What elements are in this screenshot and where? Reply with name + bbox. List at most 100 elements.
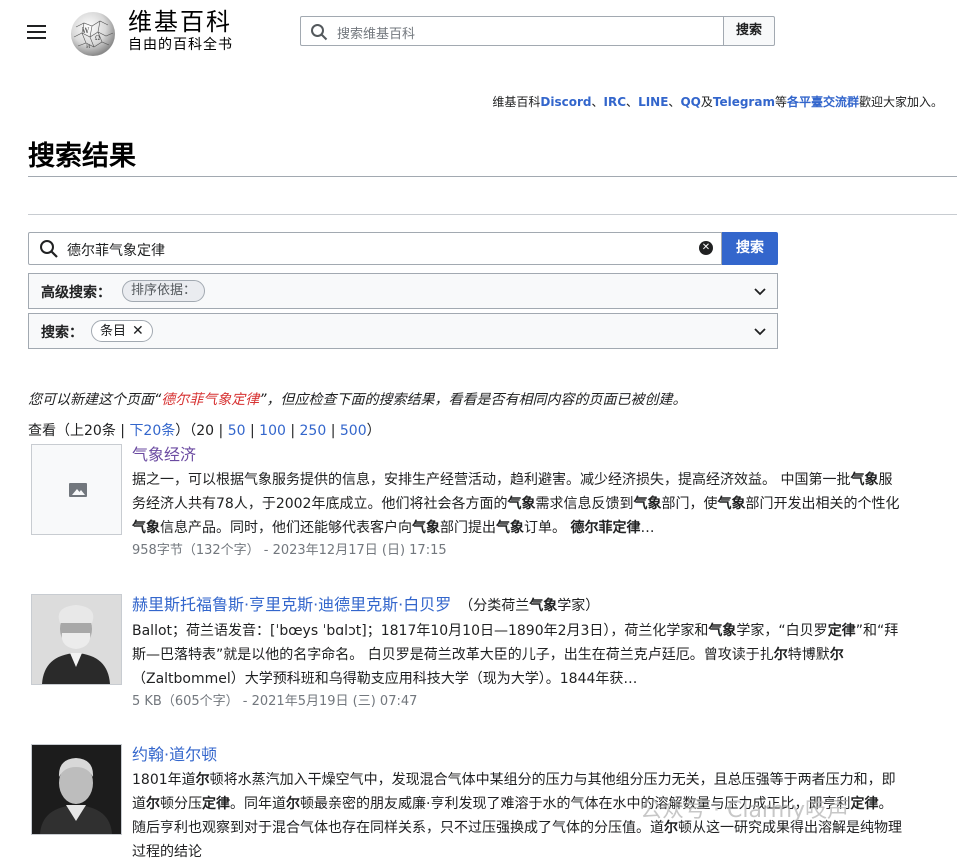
snippet-match: 定律 — [827, 623, 856, 639]
snippet-match: 气象 — [496, 520, 524, 536]
advanced-search-panel[interactable]: 高级搜索： 排序依据： — [28, 273, 778, 309]
header-search-button[interactable]: 搜索 — [723, 16, 775, 46]
snippet-match: 尔 — [286, 796, 300, 812]
snippet-match: 尔 — [664, 820, 678, 836]
search-input[interactable]: 德尔菲气象定律 ✕ — [28, 232, 722, 265]
pagination-text: 查看（上20条 | — [28, 423, 130, 439]
pagination-separator: | — [326, 423, 340, 439]
snippet-match: 气象 — [507, 496, 536, 512]
create-page-link[interactable]: 德尔菲气象定律 — [161, 392, 259, 408]
pagination: 查看（上20条 | 下20条）（20 | 50 | 100 | 250 | 50… — [28, 420, 381, 440]
namespace-chip-label: 条目 — [100, 324, 127, 339]
note-text: 您可以新建这个页面“ — [28, 392, 162, 408]
site-wordmark[interactable]: 维基百科 — [128, 8, 232, 36]
result-title-link[interactable]: 气象经济 — [132, 445, 196, 464]
snippet-text: 顿分压 — [160, 796, 202, 812]
wikipedia-globe-logo[interactable]: W Ω И — [68, 9, 120, 57]
line-link[interactable]: LINE — [638, 95, 668, 109]
snippet-match: 尔 — [146, 796, 160, 812]
result-thumbnail[interactable] — [31, 744, 122, 835]
snippet-match: 气象 — [633, 496, 662, 512]
snippet-match: 德尔菲定律 — [570, 520, 641, 536]
next-page-link[interactable]: 下20条 — [129, 423, 175, 439]
groups-link[interactable]: 各平臺交流群 — [787, 95, 859, 109]
result-category: （分类荷兰气象学家） — [459, 598, 599, 614]
search-submit-button[interactable]: 搜索 — [722, 232, 778, 265]
main-menu-button[interactable] — [27, 24, 47, 40]
title-divider — [28, 176, 957, 177]
sort-chip[interactable]: 排序依据： — [122, 280, 206, 302]
snippet-text: 。同年道 — [230, 796, 286, 812]
snippet-match: 气象 — [708, 623, 737, 639]
snippet-text: 特博默 — [787, 647, 830, 663]
result-title-link[interactable]: 约翰·道尔顿 — [132, 745, 217, 764]
pagination-text: ）（20 | — [175, 423, 228, 439]
notice-separator: 、 — [591, 95, 604, 109]
qq-link[interactable]: QQ — [680, 95, 700, 109]
snippet-match: 尔 — [829, 647, 844, 663]
portrait-image — [32, 595, 121, 684]
limit-50-link[interactable]: 50 — [228, 423, 246, 439]
category-match: 气象 — [529, 598, 558, 614]
note-text: ”，但应检查下面的搜索结果，看看是否有相同内容的页面已被创建。 — [259, 392, 687, 408]
result-snippet: 据之一，可以根据气象服务提供的信息，安排生产经营活动，趋利避害。减少经济损失，提… — [132, 468, 902, 540]
notice-text: 等 — [774, 95, 787, 109]
result-thumbnail[interactable] — [31, 594, 122, 685]
close-icon[interactable]: ✕ — [132, 323, 144, 339]
snippet-text: 学家，“白贝罗 — [736, 623, 828, 639]
snippet-text: 据之一，可以根据气象服务提供的信息，安排生产经营活动，趋利避害。减少经济损失，提… — [132, 472, 851, 488]
limit-500-link[interactable]: 500 — [340, 423, 367, 439]
notice-separator: 、 — [626, 95, 639, 109]
snippet-text: 部门开发出相关的个性化 — [745, 496, 900, 512]
notice-text: 及 — [700, 95, 713, 109]
result-meta: 958字节（132个字） - 2023年12月17日 (日) 17:15 — [132, 543, 447, 558]
page-title: 搜索结果 — [28, 141, 136, 172]
header-search-input[interactable]: 搜索维基百科 — [300, 16, 724, 46]
clear-icon[interactable]: ✕ — [699, 241, 713, 255]
namespace-chip[interactable]: 条目 ✕ — [91, 320, 153, 342]
svg-text:Ω: Ω — [95, 35, 100, 42]
snippet-text: Ballot；荷兰语发音：[ˈbœys ˈbɑlɔt]；1817年10月10日—… — [132, 623, 709, 639]
search-input-value: 德尔菲气象定律 — [67, 243, 165, 259]
snippet-text: 订单。 — [524, 520, 571, 536]
result-title-link[interactable]: 赫里斯托福鲁斯·亨里克斯·迪德里克斯·白贝罗 （分类荷兰气象学家） — [132, 595, 599, 614]
svg-text:И: И — [86, 44, 91, 50]
snippet-text: 信息产品。同时，他们还能够代表客户向 — [160, 520, 412, 536]
chevron-down-icon — [754, 288, 766, 296]
search-icon — [40, 240, 58, 258]
result-snippet: 1801年道尔顿将水蒸汽加入干燥空气中，发现混合气体中某组分的压力与其他组分压力… — [132, 768, 902, 864]
image-icon — [69, 483, 87, 497]
category-text: （分类荷兰 — [459, 598, 530, 614]
result-thumbnail[interactable] — [31, 444, 122, 535]
search-icon — [311, 24, 328, 41]
result-meta: 5 KB（605个字） - 2021年5月19日 (三) 07:47 — [132, 694, 418, 709]
section-divider — [28, 214, 957, 215]
pagination-text: ） — [366, 423, 381, 439]
discord-link[interactable]: Discord — [540, 95, 591, 109]
notice-text: 维基百科 — [492, 95, 541, 109]
irc-link[interactable]: IRC — [604, 95, 627, 109]
header-search-placeholder: 搜索维基百科 — [337, 27, 416, 42]
namespace-panel[interactable]: 搜索： 条目 ✕ — [28, 313, 778, 349]
notice-separator: 、 — [668, 95, 681, 109]
create-page-note: 您可以新建这个页面“德尔菲气象定律”，但应检查下面的搜索结果，看看是否有相同内容… — [28, 389, 687, 409]
telegram-link[interactable]: Telegram — [713, 95, 775, 109]
snippet-text: （Zaltbommel）大学预科班和乌得勒支应用科技大学（现为大学）。1844年… — [132, 671, 638, 687]
snippet-match: 尔 — [773, 647, 788, 663]
snippet-match: 气象 — [132, 520, 160, 536]
site-tagline: 自由的百科全书 — [128, 37, 233, 53]
snippet-text: 需求信息反馈到 — [535, 496, 634, 512]
snippet-text: 顿最亲密的朋友威廉·亨利发现了难溶于水的气体在水中的溶解数量与压力成正比，即亨利 — [300, 796, 851, 812]
namespace-label: 搜索： — [41, 325, 83, 341]
chevron-down-icon — [754, 328, 766, 336]
portrait-image — [32, 745, 121, 834]
category-text: 学家） — [557, 598, 600, 614]
limit-100-link[interactable]: 100 — [259, 423, 286, 439]
site-notice: 维基百科Discord、IRC、LINE、QQ及Telegram等各平臺交流群歡… — [492, 93, 943, 110]
advanced-search-label: 高级搜索： — [41, 285, 111, 301]
snippet-text: 1801年道 — [132, 772, 196, 788]
limit-250-link[interactable]: 250 — [300, 423, 327, 439]
result-snippet: Ballot；荷兰语发音：[ˈbœys ˈbɑlɔt]；1817年10月10日—… — [132, 619, 902, 691]
snippet-text: 部门，使 — [661, 496, 718, 512]
snippet-text: 部门提出 — [440, 520, 496, 536]
